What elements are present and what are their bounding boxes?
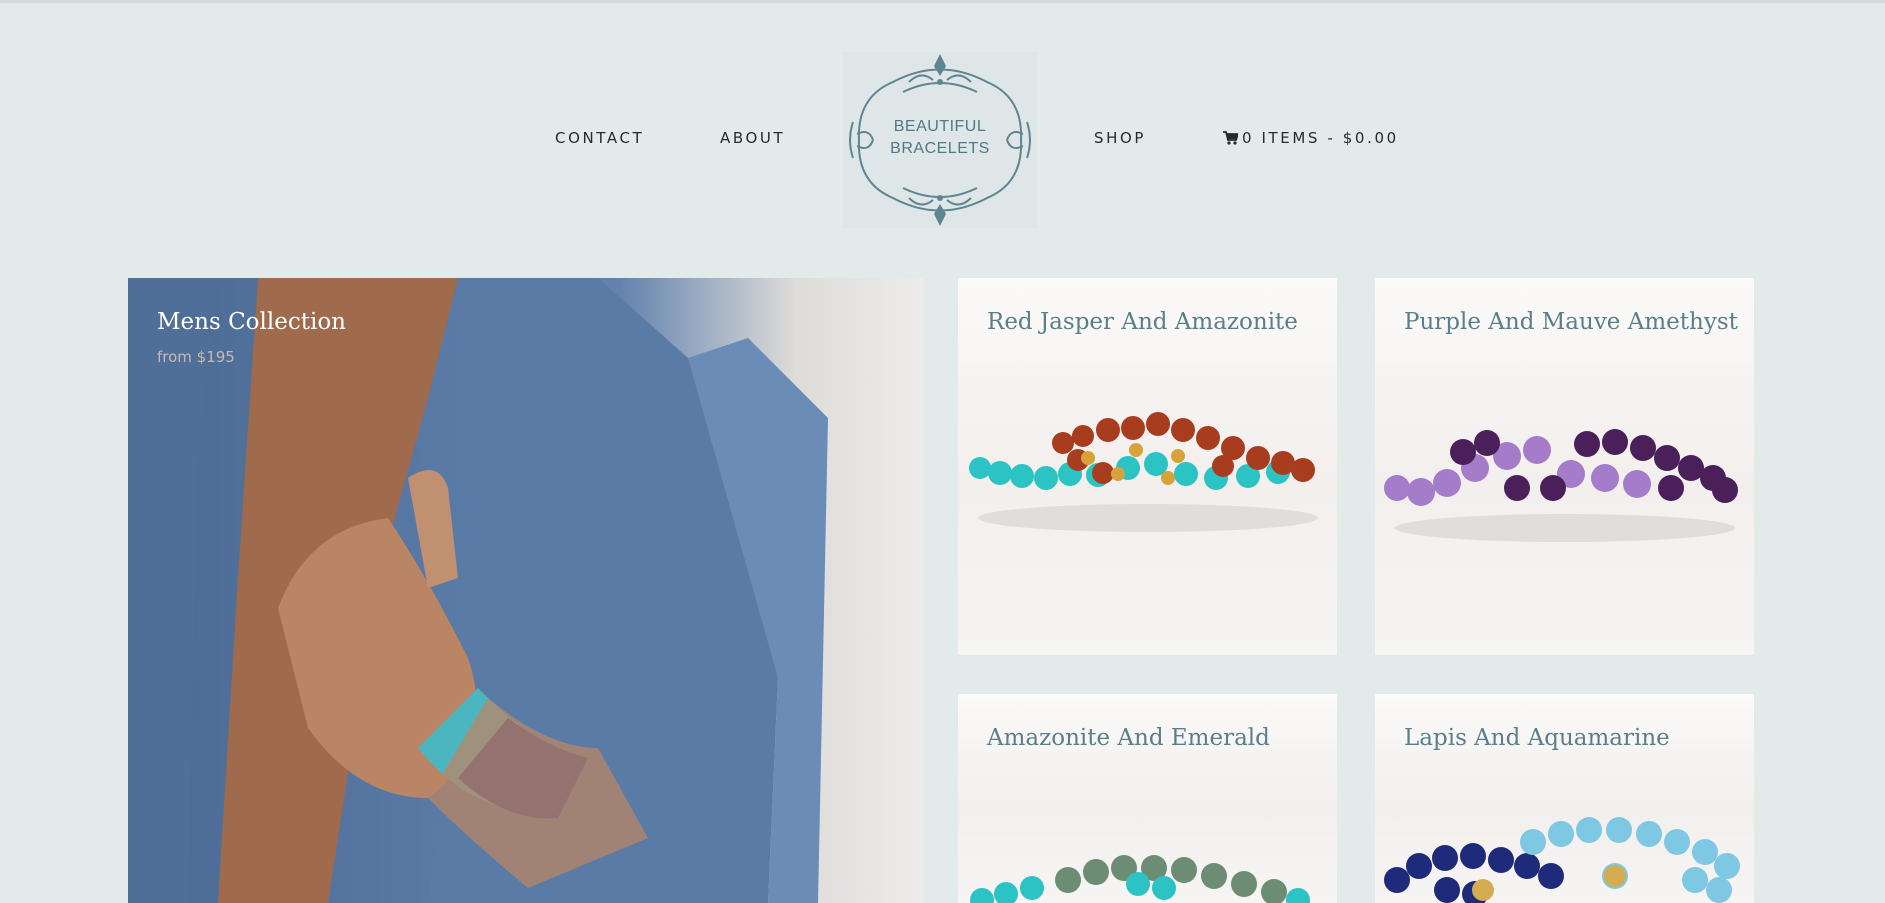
product-tile-lapis-aquamarine[interactable]: Lapis And Aquamarine (1375, 694, 1754, 903)
top-border (0, 0, 1885, 3)
mens-collection-tile[interactable]: Mens Collection from $195 (128, 278, 923, 903)
tile-title: Red Jasper And Amazonite (987, 309, 1298, 335)
tile-title: Lapis And Aquamarine (1404, 725, 1670, 751)
tile-title: Amazonite And Emerald (987, 725, 1270, 751)
nav-shop-link[interactable]: SHOP (1094, 129, 1146, 147)
tile-title: Purple And Mauve Amethyst (1404, 309, 1738, 335)
tile-price: from $195 (157, 348, 235, 366)
nav-cart-link[interactable]: 0 ITEMS - $0.00 (1223, 129, 1399, 147)
nav-about-link[interactable]: ABOUT (720, 129, 785, 147)
product-tile-amazonite-emerald[interactable]: Amazonite And Emerald (958, 694, 1337, 903)
product-tile-red-jasper[interactable]: Red Jasper And Amazonite (958, 278, 1337, 655)
product-tile-purple-amethyst[interactable]: Purple And Mauve Amethyst (1375, 278, 1754, 655)
logo-text-line1: BEAUTIFUL (893, 118, 987, 135)
cart-summary: 0 ITEMS - $0.00 (1242, 129, 1399, 147)
nav-contact-link[interactable]: CONTACT (555, 129, 644, 147)
logo-text-line2: BRACELETS (890, 140, 990, 157)
mens-collection-image (128, 278, 828, 903)
shopping-cart-icon (1223, 131, 1238, 145)
tile-title: Mens Collection (157, 309, 346, 335)
site-logo[interactable]: BEAUTIFUL BRACELETS (843, 52, 1037, 228)
